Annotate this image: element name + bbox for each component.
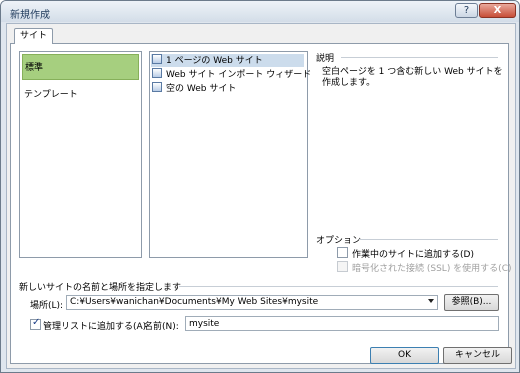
browse-button[interactable]: 参照(B)...: [444, 294, 499, 311]
options-divider: [359, 239, 498, 240]
dialog-title: 新規作成: [10, 10, 50, 21]
template-list[interactable]: 1 ページの Web サイト Web サイト インポート ウィザード 空の We…: [149, 51, 311, 258]
template-item-import-wizard[interactable]: Web サイト インポート ウィザード: [151, 68, 311, 81]
location-section-divider: [179, 286, 498, 287]
template-item-one-page[interactable]: 1 ページの Web サイト: [151, 54, 304, 67]
site-name-label: 名前(N):: [144, 322, 179, 332]
options-heading: オプション: [316, 236, 362, 246]
description-text-line2: 作成します。: [322, 78, 376, 88]
tab-panel-site: 標準 テンプレート 1 ページの Web サイト Web サイト インポート ウ…: [10, 43, 512, 364]
cancel-button[interactable]: キャンセル: [443, 347, 512, 364]
add-to-managed-list-checkbox[interactable]: [30, 317, 41, 330]
chevron-down-icon[interactable]: [428, 299, 434, 303]
add-to-managed-list-label: 管理リストに追加する(A): [43, 322, 147, 332]
location-value: C:¥Users¥wanichan¥Documents¥My Web Sites…: [70, 297, 319, 307]
location-section-heading: 新しいサイトの名前と場所を指定します: [19, 283, 182, 293]
category-item-template[interactable]: テンプレート: [22, 82, 139, 108]
new-site-dialog: 新規作成 ? X サイト 標準 テンプレート 1 ページの Web サイト We…: [0, 0, 520, 373]
template-item-label: 1 ページの Web サイト: [166, 56, 263, 66]
category-list[interactable]: 標準 テンプレート: [19, 51, 142, 258]
site-name-value: mysite: [189, 319, 220, 329]
template-item-label: Web サイト インポート ウィザード: [166, 70, 312, 80]
import-wizard-icon: [152, 68, 162, 78]
template-item-empty-site[interactable]: 空の Web サイト: [151, 82, 236, 95]
dialog-client-area: サイト 標準 テンプレート 1 ページの Web サイト Web サイト インポ…: [6, 23, 516, 369]
description-divider: [341, 57, 498, 58]
page-icon: [152, 54, 162, 64]
description-heading: 説明: [316, 54, 335, 64]
use-ssl-checkbox[interactable]: [337, 261, 348, 272]
help-button[interactable]: ?: [455, 3, 478, 18]
tab-site[interactable]: サイト: [14, 28, 53, 44]
ok-button[interactable]: OK: [370, 347, 439, 364]
site-name-input[interactable]: mysite: [185, 316, 499, 331]
add-to-current-site-label: 作業中のサイトに追加する(D): [352, 250, 474, 260]
title-bar: 新規作成 ? X: [1, 1, 519, 22]
location-label: 場所(L):: [30, 301, 64, 311]
location-combobox[interactable]: C:¥Users¥wanichan¥Documents¥My Web Sites…: [66, 295, 438, 310]
close-button[interactable]: X: [479, 3, 516, 18]
empty-site-icon: [152, 82, 162, 92]
use-ssl-label: 暗号化された接続 (SSL) を使用する(C): [352, 264, 512, 274]
add-to-current-site-checkbox[interactable]: [337, 247, 348, 258]
template-item-label: 空の Web サイト: [166, 84, 237, 94]
category-item-standard[interactable]: 標準: [22, 54, 139, 80]
